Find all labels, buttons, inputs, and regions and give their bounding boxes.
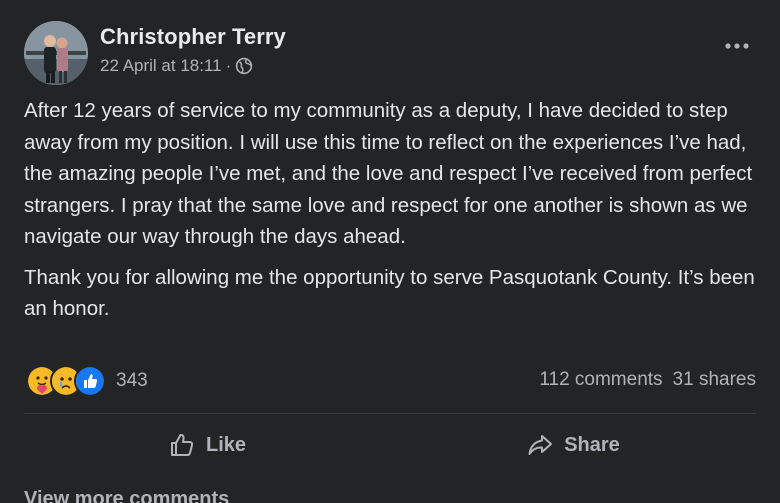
view-more-comments-link[interactable]: View more comments <box>24 488 229 503</box>
post-meta: 22 April at 18:11 · <box>100 56 253 76</box>
post-paragraph: After 12 years of service to my communit… <box>24 99 753 248</box>
facebook-post: Christopher Terry 22 April at 18:11 · Af… <box>0 0 780 503</box>
reactions-summary[interactable]: 343 <box>26 365 148 397</box>
more-options-button[interactable] <box>722 36 752 56</box>
engagement-counts: 112 comments 31 shares <box>539 369 756 391</box>
more-options-icon <box>725 43 749 49</box>
meta-separator: · <box>225 56 232 75</box>
avatar[interactable] <box>24 21 88 85</box>
post-timestamp[interactable]: 22 April at 18:11 <box>100 56 222 76</box>
like-reaction-icon <box>74 365 106 397</box>
thumbs-up-icon <box>170 433 194 456</box>
post-paragraph: Thank you for allowing me the opportunit… <box>24 265 755 321</box>
share-arrow-icon <box>528 435 553 455</box>
author-name[interactable]: Christopher Terry <box>100 24 286 50</box>
divider <box>24 413 756 414</box>
like-label: Like <box>205 433 247 456</box>
avatar-photo-icon <box>24 21 88 85</box>
globe-icon[interactable] <box>235 57 253 75</box>
share-button[interactable]: Share <box>390 420 756 470</box>
like-button[interactable]: Like <box>24 420 390 470</box>
reaction-count: 343 <box>116 370 148 391</box>
comments-count[interactable]: 112 comments <box>539 369 662 391</box>
reaction-icons <box>26 365 106 397</box>
post-body: After 12 years of service to my communit… <box>24 95 764 334</box>
share-label: Share <box>564 433 620 456</box>
shares-count[interactable]: 31 shares <box>673 369 756 391</box>
post-actions: Like Share <box>24 420 756 470</box>
